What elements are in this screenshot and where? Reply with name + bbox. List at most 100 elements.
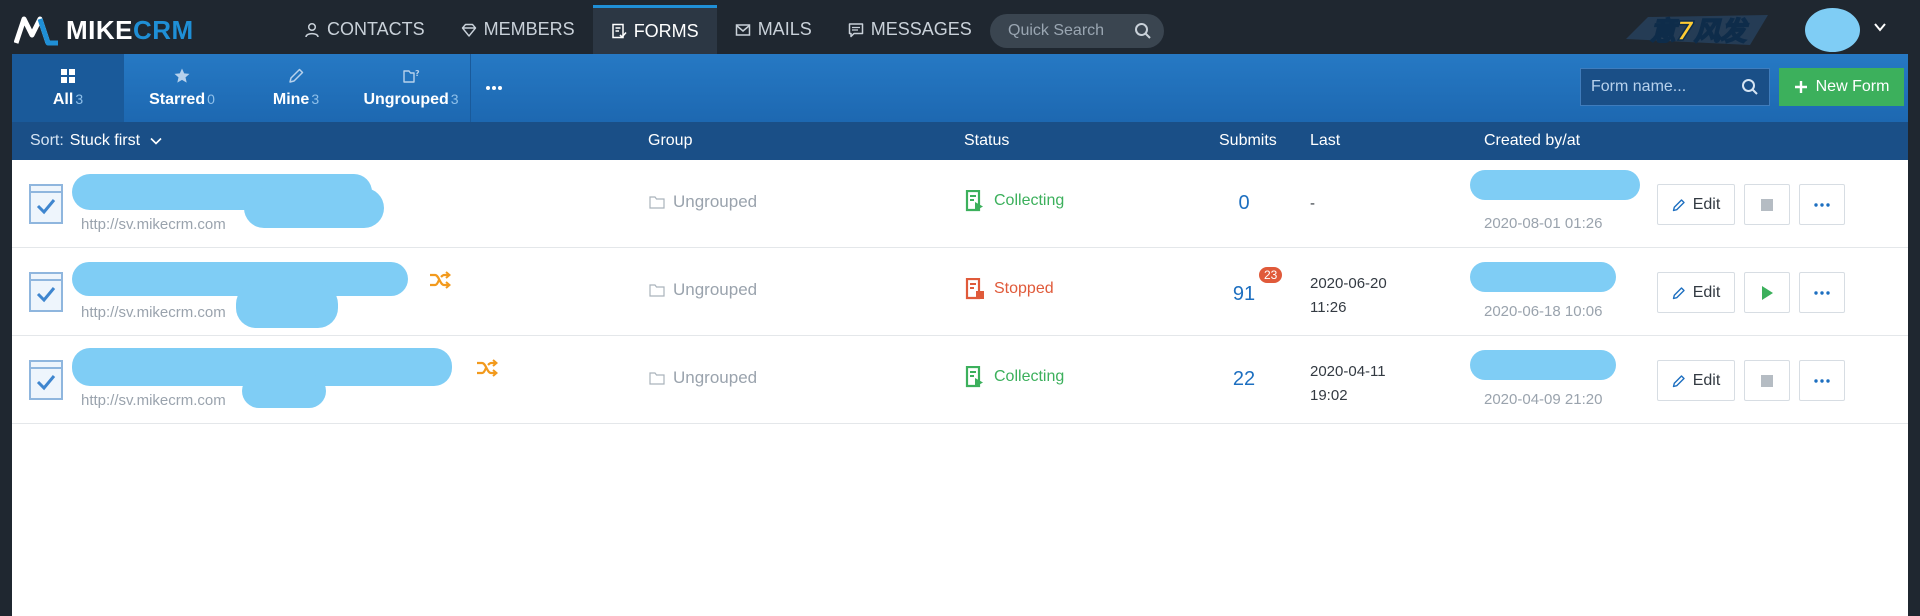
new-form-button[interactable]: New Form <box>1779 68 1904 106</box>
redacted-form-title <box>236 284 338 328</box>
last-time: 19:02 <box>1310 387 1348 404</box>
edit-button[interactable]: Edit <box>1657 360 1735 401</box>
more-tabs-button[interactable] <box>471 54 517 122</box>
search-icon[interactable] <box>1134 22 1152 40</box>
form-check-icon <box>29 272 63 312</box>
more-button[interactable] <box>1799 272 1845 313</box>
last-submit: - <box>1310 192 1315 216</box>
tab-starred[interactable]: Starred 0 <box>124 54 240 122</box>
submits-count[interactable]: 22 <box>1229 368 1259 391</box>
star-icon <box>174 68 190 83</box>
new-submits-badge[interactable]: 23 <box>1259 267 1283 283</box>
created-at: 2020-06-18 10:06 <box>1484 303 1603 320</box>
collecting-icon <box>965 190 983 212</box>
chevron-down-icon <box>150 137 162 145</box>
logo-mark-icon <box>14 16 58 46</box>
created-at: 2020-08-01 01:26 <box>1484 215 1603 232</box>
redacted-creator <box>1470 262 1616 292</box>
avatar[interactable] <box>1805 8 1860 52</box>
column-last: Last <box>1310 132 1341 149</box>
chevron-down-icon[interactable] <box>1872 19 1888 35</box>
tab-label: Ungrouped <box>363 91 449 108</box>
redacted-creator <box>1470 350 1616 380</box>
last-time: 11:26 <box>1310 299 1347 316</box>
nav-messages[interactable]: MESSAGES <box>830 5 990 54</box>
tab-mine[interactable]: Mine 3 <box>240 54 352 122</box>
grid-icon <box>61 69 75 83</box>
edit-button[interactable]: Edit <box>1657 272 1735 313</box>
pencil-icon <box>289 68 304 83</box>
tab-label: Starred <box>149 91 206 108</box>
shuffle-icon[interactable] <box>429 270 451 290</box>
nav-label: MESSAGES <box>870 19 972 39</box>
main-nav: CONTACTS MEMBERS FORMS MAILS MESSAGES <box>286 5 990 54</box>
tab-count: 3 <box>311 91 320 107</box>
form-check-icon <box>29 360 63 400</box>
nav-label: FORMS <box>633 20 699 41</box>
message-icon <box>848 22 863 37</box>
more-horizontal-icon <box>1814 290 1830 295</box>
submits-count[interactable]: 0 <box>1229 192 1259 215</box>
form-url[interactable]: http://sv.mikecrm.com <box>81 392 226 409</box>
form-url[interactable]: http://sv.mikecrm.com <box>81 304 226 321</box>
stop-icon <box>1761 198 1773 211</box>
form-group: Ungrouped <box>649 192 757 212</box>
filter-tabs: All 3 Starred 0 Mine 3 ? Ungrouped 3 <box>12 54 517 122</box>
form-search <box>1580 68 1770 106</box>
tab-label: Mine <box>272 91 310 108</box>
stop-button[interactable] <box>1744 360 1790 401</box>
last-date: 2020-06-20 <box>1310 275 1387 292</box>
table-row[interactable]: http://sv.mikecrm.com Ungrouped Collecti… <box>12 336 1908 424</box>
more-horizontal-icon <box>486 86 502 90</box>
search-icon[interactable] <box>1741 78 1759 96</box>
svg-text:意7风发: 意7风发 <box>1650 17 1749 47</box>
tab-ungrouped[interactable]: ? Ungrouped 3 <box>352 54 470 122</box>
more-horizontal-icon <box>1814 378 1830 383</box>
shuffle-icon[interactable] <box>476 358 498 378</box>
form-group-label: Ungrouped <box>673 368 758 387</box>
form-check-icon <box>29 184 63 224</box>
nav-mails[interactable]: MAILS <box>717 5 830 54</box>
tab-label: All <box>52 91 74 108</box>
folder-icon <box>649 284 665 297</box>
form-url[interactable]: http://sv.mikecrm.com <box>81 216 226 233</box>
sort-value: Stuck first <box>69 132 141 149</box>
nav-members[interactable]: MEMBERS <box>443 5 593 54</box>
column-created: Created by/at <box>1484 132 1581 149</box>
table-row[interactable]: http://sv.mikecrm.com Ungrouped Collecti… <box>12 160 1908 248</box>
nav-label: MAILS <box>757 19 812 39</box>
folder-icon <box>649 372 665 385</box>
form-search-input[interactable] <box>1591 78 1731 96</box>
nav-contacts[interactable]: CONTACTS <box>286 5 443 54</box>
created-at: 2020-04-09 21:20 <box>1484 391 1603 408</box>
nav-forms[interactable]: FORMS <box>592 5 717 54</box>
form-group-label: Ungrouped <box>673 192 758 211</box>
user-icon <box>305 22 319 37</box>
column-header: Sort: Stuck first Group Status Submits L… <box>12 122 1908 160</box>
sort-label: Sort: <box>30 132 64 149</box>
plus-icon <box>1794 81 1807 93</box>
edit-button[interactable]: Edit <box>1657 184 1735 225</box>
logo[interactable]: MIKECRM <box>14 13 194 47</box>
new-form-label: New Form <box>1815 78 1890 95</box>
edit-label: Edit <box>1692 195 1721 213</box>
nav-label: CONTACTS <box>327 19 425 39</box>
more-horizontal-icon <box>1814 202 1830 207</box>
start-button[interactable] <box>1744 272 1790 313</box>
tab-all[interactable]: All 3 <box>12 54 124 122</box>
tab-count: 0 <box>207 91 215 107</box>
diamond-icon <box>461 23 476 37</box>
more-button[interactable] <box>1799 184 1845 225</box>
quick-search-input[interactable] <box>1008 22 1128 40</box>
submits-count[interactable]: 91 <box>1229 283 1259 306</box>
pencil-icon <box>1672 198 1685 211</box>
edit-label: Edit <box>1692 371 1721 389</box>
top-navbar: MIKECRM CONTACTS MEMBERS FORMS MAILS MES… <box>0 5 1920 54</box>
form-group: Ungrouped <box>649 368 757 388</box>
sort-dropdown[interactable]: Sort: Stuck first <box>30 132 162 150</box>
collecting-icon <box>965 366 983 388</box>
stop-button[interactable] <box>1744 184 1790 225</box>
more-button[interactable] <box>1799 360 1845 401</box>
table-row[interactable]: http://sv.mikecrm.com Ungrouped Stopped … <box>12 248 1908 336</box>
form-icon <box>611 23 627 39</box>
